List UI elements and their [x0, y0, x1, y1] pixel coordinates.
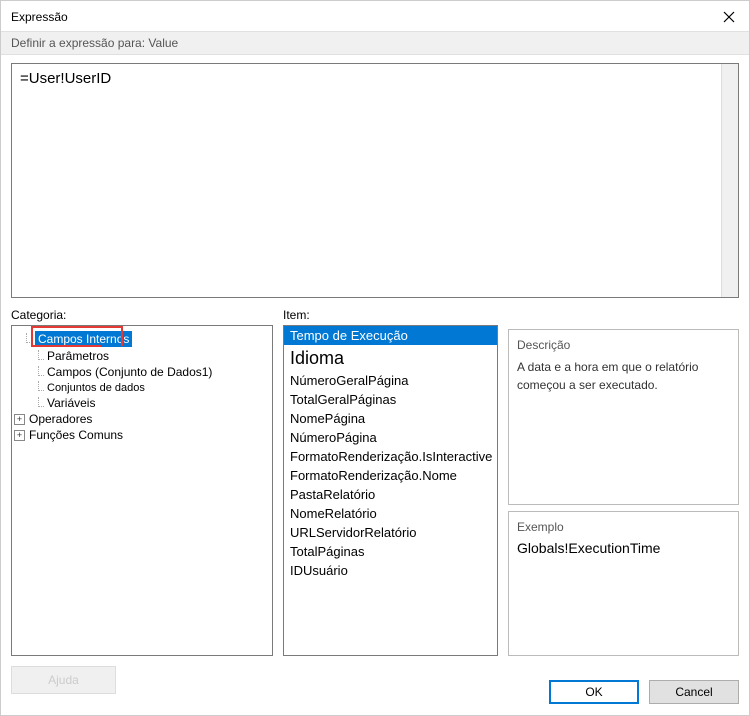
item-label: Item: — [283, 306, 498, 325]
tree-item-variaveis[interactable]: Variáveis — [14, 395, 270, 411]
spacer — [508, 306, 739, 323]
tree-item-operadores[interactable]: + Operadores — [14, 411, 270, 427]
subtitle-text: Definir a expressão para: Value — [11, 36, 178, 50]
tree-item-label: Parâmetros — [47, 349, 109, 363]
list-item[interactable]: NomePágina — [284, 409, 497, 428]
item-column: Item: Tempo de ExecuçãoIdiomaNúmeroGeral… — [283, 306, 498, 656]
list-item[interactable]: FormatoRenderização.Nome — [284, 466, 497, 485]
expression-value: =User!UserID — [20, 70, 111, 87]
list-item[interactable]: URLServidorRelatório — [284, 523, 497, 542]
titlebar: Expressão — [1, 1, 749, 31]
tree-connector-icon — [26, 333, 32, 343]
item-listbox[interactable]: Tempo de ExecuçãoIdiomaNúmeroGeralPágina… — [283, 325, 498, 656]
list-item[interactable]: NúmeroPágina — [284, 428, 497, 447]
description-label: Descrição — [517, 338, 730, 352]
tree-item-label: Campos Internos — [35, 331, 132, 347]
tree-item-label: Variáveis — [47, 396, 95, 410]
category-column: Categoria: Campos Internos Parâmetros — [11, 306, 273, 656]
tree-connector-icon — [38, 381, 44, 391]
button-label: Ajuda — [48, 673, 79, 687]
close-icon — [723, 11, 735, 23]
example-label: Exemplo — [517, 520, 730, 534]
tree-connector-icon — [38, 397, 44, 407]
right-column: Descrição A data e a hora em que o relat… — [508, 306, 739, 656]
tree-connector-icon — [38, 366, 44, 376]
tree-item-label: Conjuntos de dados — [47, 382, 145, 394]
tree-item-parametros[interactable]: Parâmetros — [14, 348, 270, 364]
category-tree[interactable]: Campos Internos Parâmetros Campos (Conju… — [11, 325, 273, 656]
cancel-button[interactable]: Cancel — [649, 680, 739, 704]
close-button[interactable] — [719, 7, 739, 27]
footer: Ajuda OK Cancel — [1, 656, 749, 696]
list-item[interactable]: NúmeroGeralPágina — [284, 371, 497, 390]
description-box: Descrição A data e a hora em que o relat… — [508, 329, 739, 505]
tree-item-label: Operadores — [29, 412, 92, 426]
tree-item-campos-dados[interactable]: Campos (Conjunto de Dados1) — [14, 364, 270, 380]
example-box: Exemplo Globals!ExecutionTime — [508, 511, 739, 656]
description-text: A data e a hora em que o relatório começ… — [517, 358, 730, 394]
ok-button[interactable]: OK — [549, 680, 639, 704]
tree-item-label: Campos (Conjunto de Dados1) — [47, 365, 212, 379]
list-item[interactable]: TotalPáginas — [284, 542, 497, 561]
list-item[interactable]: FormatoRenderização.IsInteractive — [284, 447, 497, 466]
subtitle-bar: Definir a expressão para: Value — [1, 31, 749, 55]
tree-item-label: Funções Comuns — [29, 428, 123, 442]
middle-panel: Categoria: Campos Internos Parâmetros — [1, 306, 749, 656]
expression-textarea[interactable]: =User!UserID — [11, 63, 739, 298]
tree-connector-icon — [38, 350, 44, 360]
tree-item-conjuntos[interactable]: Conjuntos de dados — [14, 380, 270, 395]
help-button[interactable]: Ajuda — [11, 666, 116, 694]
button-label: OK — [585, 685, 602, 699]
expand-icon[interactable]: + — [14, 414, 25, 425]
window-title: Expressão — [11, 10, 68, 24]
tree-item-funcoes[interactable]: + Funções Comuns — [14, 427, 270, 443]
list-item[interactable]: Tempo de Execução — [284, 326, 497, 345]
list-item[interactable]: NomeRelatório — [284, 504, 497, 523]
list-item[interactable]: TotalGeralPáginas — [284, 390, 497, 409]
list-item[interactable]: PastaRelatório — [284, 485, 497, 504]
button-label: Cancel — [675, 685, 712, 699]
category-label: Categoria: — [11, 306, 273, 325]
list-item[interactable]: IDUsuário — [284, 561, 497, 580]
example-text: Globals!ExecutionTime — [517, 540, 730, 556]
list-item[interactable]: Idioma — [284, 345, 497, 371]
tree-item-campos-internos[interactable]: Campos Internos — [14, 330, 270, 348]
expand-icon[interactable]: + — [14, 430, 25, 441]
